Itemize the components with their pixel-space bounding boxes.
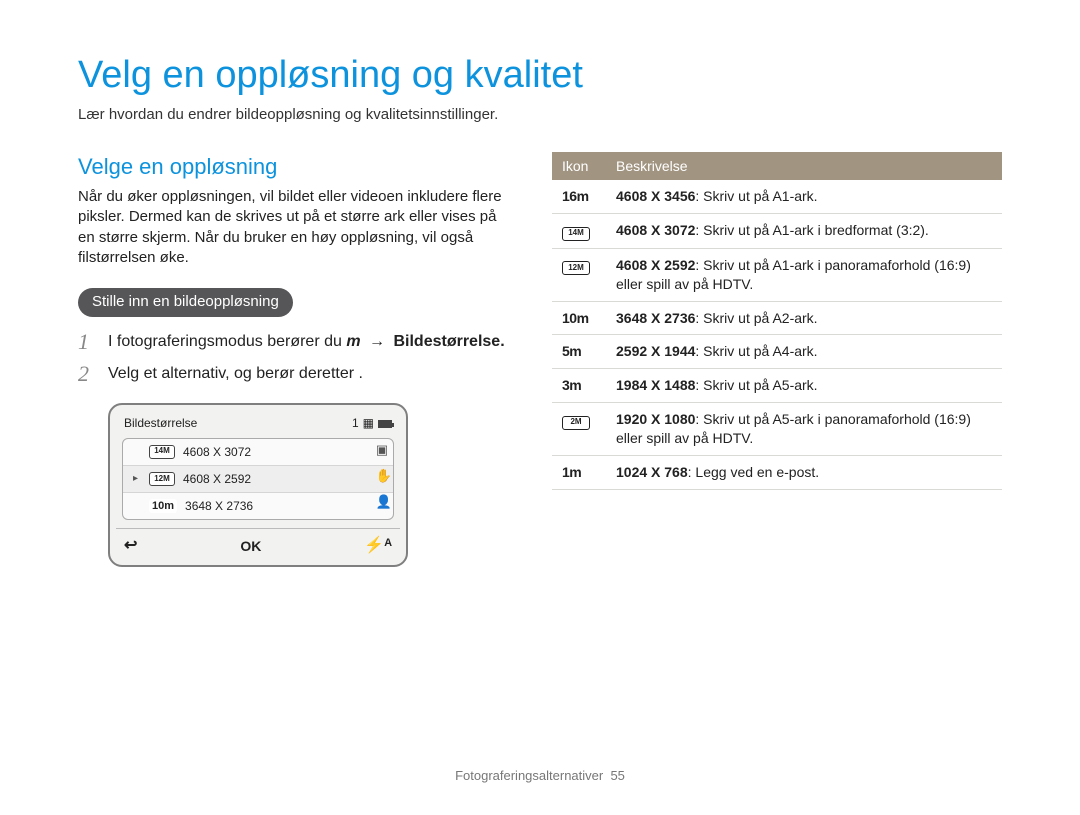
camera-screen-mock: Bildestørrelse 1 ▦ 14M 4608 X 3072 ▸ — [108, 403, 408, 566]
table-row: 2M 1920 X 1080: Skriv ut på A5-ark i pano… — [552, 403, 1002, 456]
table-cell-icon: 12M — [552, 248, 606, 301]
camera-mode-icon: ▣ — [376, 441, 392, 459]
resolution-icon: 5m — [562, 343, 581, 359]
table-row: 16m 4608 X 3456: Skriv ut på A1-ark. — [552, 180, 1002, 213]
table-cell-icon: 5m — [552, 335, 606, 369]
resolution-value: 2592 X 1944 — [616, 343, 695, 359]
table-cell-desc: 1920 X 1080: Skriv ut på A5-ark i panora… — [606, 403, 1002, 456]
step-list: 1 I fotograferingsmodus berører du m → B… — [78, 331, 516, 385]
resolution-value: 4608 X 3072 — [616, 222, 695, 238]
resolution-value: 3648 X 2736 — [616, 310, 695, 326]
step-text: Velg et alternativ, og berør deretter . — [108, 363, 516, 385]
flash-icon: ⚡ᴬ — [364, 535, 392, 557]
resolution-desc: : Skriv ut på A1-ark i bredformat (3:2). — [695, 222, 928, 238]
step-text: I fotograferingsmodus berører du m → Bil… — [108, 331, 516, 353]
step-prefix: Velg et alternativ, og berør deretter — [108, 365, 359, 382]
resolution-desc: : Skriv ut på A2-ark. — [695, 310, 817, 326]
back-button[interactable]: ↩ — [124, 535, 137, 557]
table-row: 1m 1024 X 768: Legg ved en e-post. — [552, 455, 1002, 489]
resolution-label: 3648 X 2736 — [185, 498, 253, 514]
resolution-table: Ikon Beskrivelse 16m4608 X 3456: Skriv u… — [552, 152, 1002, 490]
resolution-desc: : Skriv ut på A4-ark. — [695, 343, 817, 359]
table-row: 5m 2592 X 1944: Skriv ut på A4-ark. — [552, 335, 1002, 369]
table-row: 12M 4608 X 2592: Skriv ut på A1-ark i pan… — [552, 248, 1002, 301]
hand-icon: ✋ — [376, 467, 392, 485]
sd-icon: ▦ — [363, 415, 374, 431]
camera-option-item[interactable]: ▸ 12M 4608 X 2592 — [123, 466, 393, 493]
table-header-desc: Beskrivelse — [606, 152, 1002, 181]
section-heading: Velge en oppløsning — [78, 152, 516, 182]
resolution-desc: : Skriv ut på A1-ark. — [695, 188, 817, 204]
step-number: 1 — [78, 331, 96, 353]
table-cell-desc: 4608 X 3456: Skriv ut på A1-ark. — [606, 180, 1002, 213]
resolution-icon: 3m — [562, 377, 581, 393]
table-cell-desc: 1024 X 768: Legg ved en e-post. — [606, 455, 1002, 489]
page-title: Velg en oppløsning og kvalitet — [78, 50, 1002, 101]
table-cell-desc: 3648 X 2736: Skriv ut på A2-ark. — [606, 301, 1002, 335]
counter: 1 — [352, 415, 359, 431]
table-cell-desc: 2592 X 1944: Skriv ut på A4-ark. — [606, 335, 1002, 369]
table-cell-icon: 3m — [552, 369, 606, 403]
section-body: Når du øker oppløsningen, vil bildet ell… — [78, 187, 516, 268]
battery-icon — [378, 420, 392, 428]
step-number: 2 — [78, 363, 96, 385]
table-cell-desc: 1984 X 1488: Skriv ut på A5-ark. — [606, 369, 1002, 403]
resolution-label: 4608 X 2592 — [183, 471, 251, 487]
resolution-value: 1920 X 1080 — [616, 411, 695, 427]
table-row: 14M 4608 X 3072: Skriv ut på A1-ark i bre… — [552, 214, 1002, 248]
step-item: 2 Velg et alternativ, og berør deretter … — [78, 363, 516, 385]
camera-side-icons: ▣ ✋ 👤 — [376, 441, 392, 510]
resolution-desc: : Legg ved en e-post. — [688, 464, 820, 480]
table-cell-icon: 14M — [552, 214, 606, 248]
table-cell-icon: 16m — [552, 180, 606, 213]
resolution-icon: 12M — [149, 472, 175, 486]
table-cell-desc: 4608 X 2592: Skriv ut på A1-ark i panora… — [606, 248, 1002, 301]
table-row: 10m 3648 X 2736: Skriv ut på A2-ark. — [552, 301, 1002, 335]
arrow-icon: → — [365, 333, 389, 350]
resolution-value: 1984 X 1488 — [616, 377, 695, 393]
camera-status-icons: 1 ▦ — [352, 415, 392, 431]
table-cell-desc: 4608 X 3072: Skriv ut på A1-ark i bredfo… — [606, 214, 1002, 248]
resolution-icon: 10m — [562, 310, 589, 326]
camera-option-item[interactable]: 10m 3648 X 2736 — [123, 493, 393, 519]
resolution-icon: 12M — [562, 261, 590, 275]
resolution-icon: 1m — [562, 464, 581, 480]
camera-option-item[interactable]: 14M 4608 X 3072 — [123, 439, 393, 466]
step-prefix: I fotograferingsmodus berører du — [108, 333, 346, 350]
resolution-icon: 16m — [562, 188, 589, 204]
caret-icon: ▸ — [133, 472, 141, 486]
ok-button[interactable]: OK — [240, 537, 261, 556]
table-cell-icon: 10m — [552, 301, 606, 335]
camera-screen-title: Bildestørrelse — [124, 415, 197, 431]
footer-section: Fotograferingsalternativer — [455, 768, 603, 783]
resolution-icon: 14M — [149, 445, 175, 459]
step-item: 1 I fotograferingsmodus berører du m → B… — [78, 331, 516, 353]
resolution-icon: 10m — [149, 499, 177, 513]
resolution-icon: 2M — [562, 416, 590, 430]
step-suffix: Bildestørrelse. — [393, 333, 504, 350]
resolution-value: 1024 X 768 — [616, 464, 688, 480]
table-cell-icon: 2M — [552, 403, 606, 456]
table-header-icon: Ikon — [552, 152, 606, 181]
camera-option-list: 14M 4608 X 3072 ▸ 12M 4608 X 2592 10m 36… — [122, 438, 394, 521]
step-suffix: . — [359, 365, 363, 382]
portrait-icon: 👤 — [376, 493, 392, 511]
table-row: 3m 1984 X 1488: Skriv ut på A5-ark. — [552, 369, 1002, 403]
resolution-icon: 14M — [562, 227, 590, 241]
resolution-value: 4608 X 3456 — [616, 188, 695, 204]
page-subtitle: Lær hvordan du endrer bildeoppløsning og… — [78, 105, 1002, 125]
resolution-value: 4608 X 2592 — [616, 257, 695, 273]
subsection-pill: Stille inn en bildeoppløsning — [78, 288, 293, 317]
step-var: m — [346, 333, 360, 350]
table-cell-icon: 1m — [552, 455, 606, 489]
page-number: 55 — [610, 768, 624, 783]
page-footer: Fotograferingsalternativer 55 — [0, 767, 1080, 785]
resolution-desc: : Skriv ut på A5-ark. — [695, 377, 817, 393]
resolution-label: 4608 X 3072 — [183, 444, 251, 460]
